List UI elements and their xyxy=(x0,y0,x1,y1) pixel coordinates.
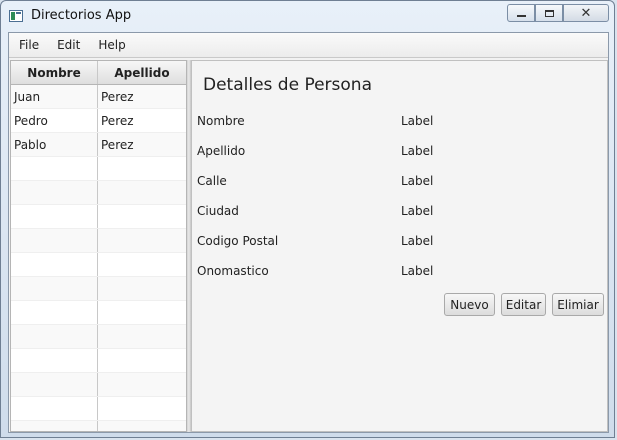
field-value-calle: Label xyxy=(401,174,434,188)
cell-nombre: Pablo xyxy=(11,133,98,156)
close-button[interactable]: ✕ xyxy=(563,4,609,22)
cell-apellido xyxy=(98,277,186,300)
table-row[interactable] xyxy=(11,349,186,373)
field-value-codigo-postal: Label xyxy=(401,234,434,248)
table-row[interactable] xyxy=(11,421,186,431)
cell-nombre: Pedro xyxy=(11,109,98,132)
cell-nombre xyxy=(11,181,98,204)
close-icon: ✕ xyxy=(580,5,592,21)
cell-apellido: Perez xyxy=(101,89,134,104)
table-row[interactable] xyxy=(11,325,186,349)
table-row[interactable] xyxy=(11,157,186,181)
window-controls: ✕ xyxy=(507,4,609,22)
cell-nombre xyxy=(11,301,98,324)
details-title: Detalles de Persona xyxy=(203,75,372,95)
cell-apellido xyxy=(98,421,186,431)
app-icon xyxy=(9,10,23,22)
maximize-button[interactable] xyxy=(535,4,563,22)
cell-nombre xyxy=(11,205,98,228)
maximize-icon xyxy=(544,9,554,17)
field-value-ciudad: Label xyxy=(401,204,434,218)
cell-nombre xyxy=(11,421,98,431)
cell-nombre: Juan xyxy=(11,85,98,108)
table-row[interactable] xyxy=(11,229,186,253)
cell-apellido xyxy=(98,253,186,276)
field-label-ciudad: Ciudad xyxy=(197,204,239,218)
nuevo-button[interactable]: Nuevo xyxy=(444,293,495,316)
cell-apellido xyxy=(98,301,186,324)
title-bar[interactable]: Directorios App ✕ xyxy=(1,1,614,31)
table-row[interactable]: Juan Perez xyxy=(11,85,186,109)
cell-apellido xyxy=(98,349,186,372)
table-header: Nombre Apellido xyxy=(11,61,186,85)
table-body: Juan Perez Pedro Perez Pablo Perez xyxy=(11,85,186,431)
menu-bar: File Edit Help xyxy=(9,33,608,58)
cell-nombre xyxy=(11,253,98,276)
cell-nombre xyxy=(11,373,98,396)
table-row[interactable] xyxy=(11,397,186,421)
eliminar-button[interactable]: Elimiar xyxy=(552,293,604,316)
cell-apellido xyxy=(98,397,186,420)
cell-apellido xyxy=(98,157,186,180)
field-label-apellido: Apellido xyxy=(197,144,246,158)
person-table[interactable]: Nombre Apellido Juan Perez Pedro Perez Pablo… xyxy=(10,60,187,432)
minimize-icon xyxy=(516,15,526,17)
cell-nombre xyxy=(11,349,98,372)
table-row[interactable] xyxy=(11,253,186,277)
details-panel: Detalles de Persona Nombre Label Apellid… xyxy=(191,60,608,432)
field-value-onomastico: Label xyxy=(401,264,434,278)
table-row[interactable] xyxy=(11,277,186,301)
cell-nombre xyxy=(11,229,98,252)
cell-apellido xyxy=(98,373,186,396)
table-row[interactable] xyxy=(11,205,186,229)
cell-apellido xyxy=(98,229,186,252)
cell-apellido: Perez xyxy=(101,113,134,128)
menu-edit[interactable]: Edit xyxy=(49,38,88,52)
field-value-nombre: Label xyxy=(401,114,434,128)
field-label-codigo-postal: Codigo Postal xyxy=(197,234,279,248)
cell-apellido xyxy=(98,181,186,204)
field-value-apellido: Label xyxy=(401,144,434,158)
menu-help[interactable]: Help xyxy=(90,38,133,52)
editar-button[interactable]: Editar xyxy=(501,293,546,316)
menu-file[interactable]: File xyxy=(11,38,47,52)
table-row[interactable]: Pablo Perez xyxy=(11,133,186,157)
cell-nombre xyxy=(11,397,98,420)
table-row[interactable] xyxy=(11,181,186,205)
cell-nombre xyxy=(11,277,98,300)
minimize-button[interactable] xyxy=(507,4,535,22)
field-label-nombre: Nombre xyxy=(197,114,245,128)
cell-apellido: Perez xyxy=(101,137,134,152)
column-header-apellido[interactable]: Apellido xyxy=(98,61,186,84)
cell-apellido xyxy=(98,325,186,348)
field-label-calle: Calle xyxy=(197,174,227,188)
table-row[interactable]: Pedro Perez xyxy=(11,109,186,133)
table-row[interactable] xyxy=(11,373,186,397)
app-window: Directorios App ✕ File Edit Help Nombre … xyxy=(0,0,615,438)
field-label-onomastico: Onomastico xyxy=(197,264,269,278)
cell-apellido xyxy=(98,205,186,228)
cell-nombre xyxy=(11,157,98,180)
cell-nombre xyxy=(11,325,98,348)
column-header-nombre[interactable]: Nombre xyxy=(11,61,98,84)
client-area: File Edit Help Nombre Apellido Juan Perez… xyxy=(8,32,609,433)
window-title: Directorios App xyxy=(31,8,132,23)
table-row[interactable] xyxy=(11,301,186,325)
